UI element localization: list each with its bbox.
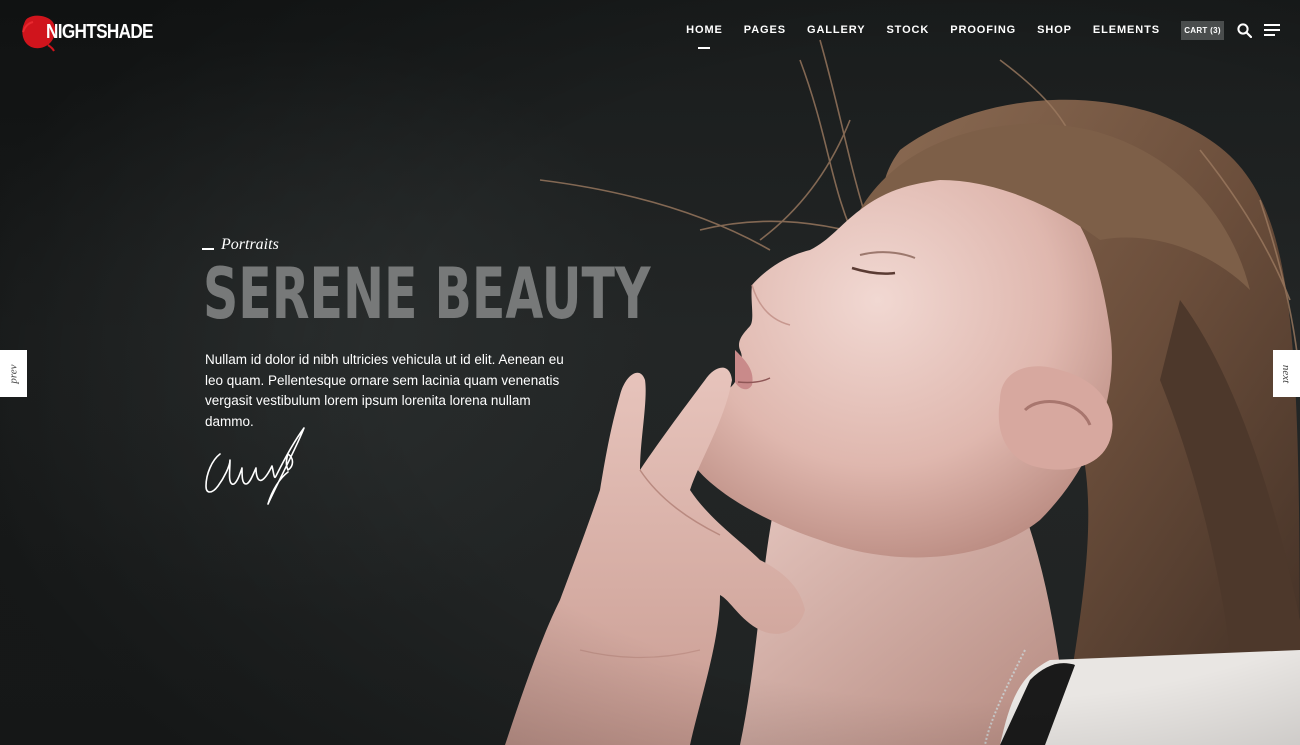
nav-item-proofing[interactable]: PROOFING (950, 22, 1016, 38)
hero-title: SERENE BEAUTY (203, 253, 651, 335)
site-logo-text: NIGHTSHADE (46, 20, 154, 43)
nav-item-gallery[interactable]: GALLERY (807, 22, 865, 38)
nav-item-pages[interactable]: PAGES (744, 22, 786, 38)
nav-item-elements[interactable]: ELEMENTS (1093, 22, 1160, 38)
slider-next-label: next (1280, 364, 1293, 383)
nav-item-home[interactable]: HOME (686, 22, 723, 49)
site-logo[interactable]: NIGHTSHADE (20, 12, 154, 52)
main-nav: HOME PAGES GALLERY STOCK PROOFING SHOP E… (665, 22, 1160, 49)
cart-button[interactable]: CART (3) (1181, 21, 1224, 40)
hero-category: Portraits (202, 236, 662, 254)
nav-item-stock[interactable]: STOCK (886, 22, 929, 38)
eyebrow-dash (202, 247, 214, 250)
nav-item-shop[interactable]: SHOP (1037, 22, 1072, 38)
signature-image (205, 427, 305, 505)
slider-next-button[interactable]: next (1273, 350, 1300, 397)
hero-caption: Portraits SERENE BEAUTY Nullam id dolor … (202, 236, 662, 432)
slider-prev-button[interactable]: prev (0, 350, 27, 397)
slider-prev-label: prev (7, 363, 20, 384)
site-header: NIGHTSHADE HOME PAGES GALLERY STOCK PROO… (0, 0, 1300, 62)
hero-category-label: Portraits (221, 236, 279, 253)
search-icon[interactable] (1237, 23, 1252, 38)
hamburger-menu-icon[interactable] (1264, 24, 1280, 37)
hero-description: Nullam id dolor id nibh ultricies vehicu… (205, 352, 564, 429)
